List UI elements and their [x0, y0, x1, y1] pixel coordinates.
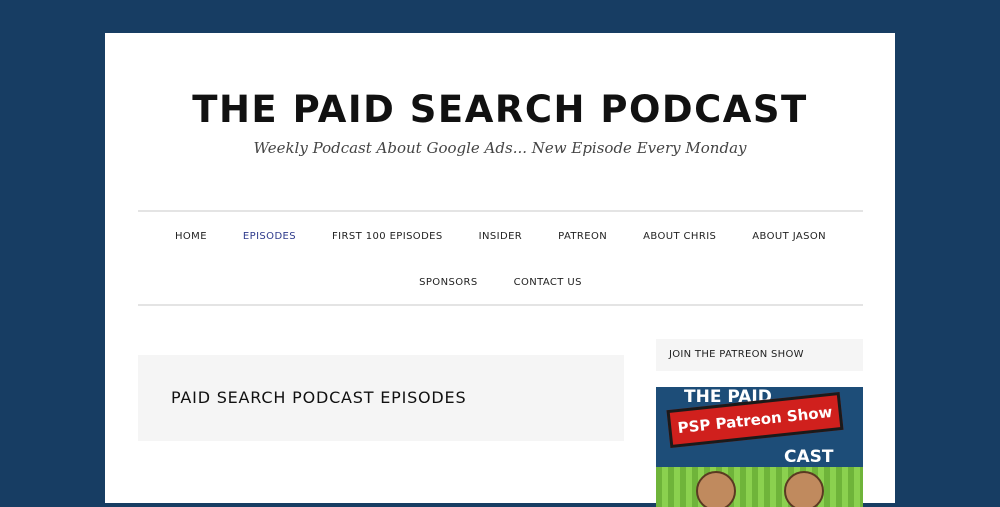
- nav-item-insider[interactable]: INSIDER: [461, 226, 541, 248]
- nav-item-first-100-episodes[interactable]: FIRST 100 EPISODES: [314, 226, 461, 248]
- promo-banner-text: PSP Patreon Show: [676, 402, 834, 438]
- nav-item-sponsors[interactable]: SPONSORS: [401, 272, 495, 294]
- nav-item-contact-us[interactable]: CONTACT US: [496, 272, 600, 294]
- sidebar-widget-title: JOIN THE PATREON SHOW: [669, 349, 804, 360]
- nav-item-about-chris[interactable]: ABOUT CHRIS: [625, 226, 734, 248]
- page-container: THE PAID SEARCH PODCAST Weekly Podcast A…: [105, 33, 895, 507]
- nav-item-patreon[interactable]: PATREON: [540, 226, 625, 248]
- host-avatar-left: [696, 471, 736, 507]
- promo-bottom-text: CAST: [784, 447, 834, 467]
- archive-title: PAID SEARCH PODCAST EPISODES: [171, 388, 467, 407]
- sidebar-widget-header: JOIN THE PATREON SHOW: [656, 339, 863, 371]
- archive-header: PAID SEARCH PODCAST EPISODES: [138, 355, 624, 441]
- primary-nav: HOME EPISODES FIRST 100 EPISODES INSIDER…: [138, 210, 863, 306]
- promo-green-stripes: [656, 467, 863, 507]
- nav-item-episodes[interactable]: EPISODES: [225, 226, 314, 248]
- nav-item-about-jason[interactable]: ABOUT JASON: [734, 226, 844, 248]
- nav-row-2: SPONSORS CONTACT US: [138, 272, 863, 294]
- nav-row-1: HOME EPISODES FIRST 100 EPISODES INSIDER…: [138, 226, 863, 248]
- site-tagline: Weekly Podcast About Google Ads... New E…: [253, 139, 747, 157]
- nav-item-home[interactable]: HOME: [157, 226, 225, 248]
- host-avatar-right: [784, 471, 824, 507]
- patreon-promo-image[interactable]: THE PAID CAST PSP Patreon Show: [656, 387, 863, 507]
- site-title[interactable]: THE PAID SEARCH PODCAST: [105, 87, 895, 133]
